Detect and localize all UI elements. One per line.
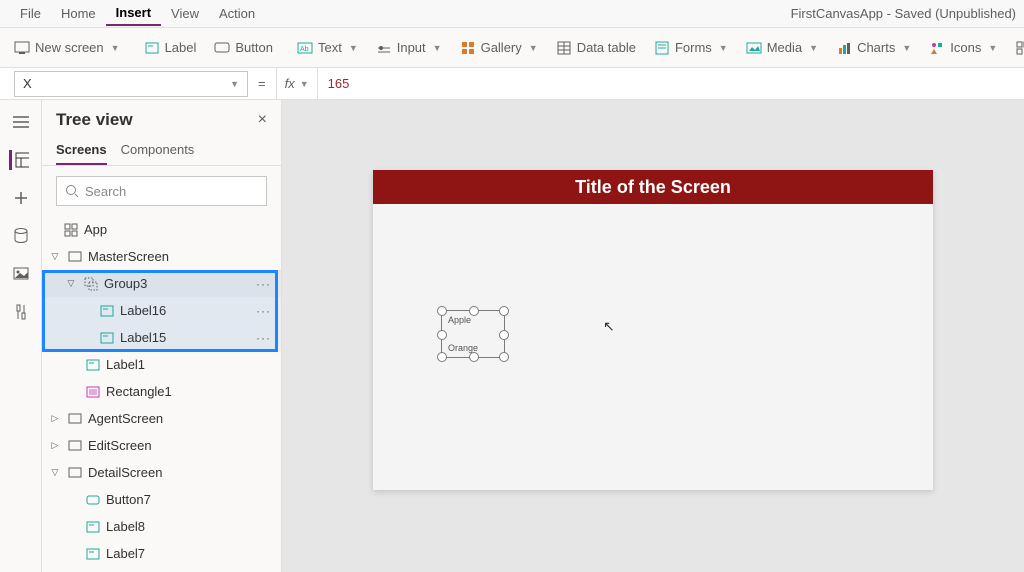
tab-screens[interactable]: Screens xyxy=(56,136,107,165)
chevron-down-icon: ▼ xyxy=(230,79,239,89)
screen-icon xyxy=(67,465,83,481)
media-icon xyxy=(746,40,762,56)
custom-button[interactable]: Custom xyxy=(1007,35,1024,61)
button-icon xyxy=(85,492,101,508)
data-table-button[interactable]: Data table xyxy=(548,35,644,61)
svg-text:Ab: Ab xyxy=(300,46,309,53)
rectangle-icon xyxy=(85,384,101,400)
fx-button[interactable]: fx▼ xyxy=(276,68,317,99)
screen-preview[interactable]: Title of the Screen Apple Orange ↖ xyxy=(373,170,933,490)
tree-node-button7[interactable]: Button7 xyxy=(42,486,281,513)
button-icon xyxy=(214,40,230,56)
tree-node-icon6[interactable]: Icon6 xyxy=(42,567,281,572)
menu-action[interactable]: Action xyxy=(209,2,265,25)
rail-data[interactable] xyxy=(11,226,31,246)
more-icon[interactable]: ··· xyxy=(256,304,271,318)
menu-view[interactable]: View xyxy=(161,2,209,25)
menu-home[interactable]: Home xyxy=(51,2,106,25)
property-selector[interactable]: X▼ xyxy=(14,71,248,97)
forms-icon xyxy=(654,40,670,56)
formula-input[interactable]: 165 xyxy=(317,68,1024,99)
screen-icon xyxy=(67,438,83,454)
group-icon xyxy=(83,276,99,292)
charts-icon xyxy=(836,40,852,56)
text-dropdown[interactable]: Ab Text▼ xyxy=(289,35,366,61)
media-dropdown[interactable]: Media▼ xyxy=(738,35,826,61)
rail-tree-view[interactable] xyxy=(9,150,29,170)
tree-node-app[interactable]: App xyxy=(42,216,281,243)
screen-icon xyxy=(14,40,30,56)
tree: App ▽ MasterScreen ▽ Group3··· Label16··… xyxy=(42,216,281,572)
label-icon xyxy=(85,519,101,535)
custom-icon xyxy=(1015,40,1024,56)
label-icon xyxy=(99,330,115,346)
icons-icon xyxy=(929,40,945,56)
menu-insert[interactable]: Insert xyxy=(106,1,161,26)
text-icon: Ab xyxy=(297,40,313,56)
gallery-icon xyxy=(460,40,476,56)
cursor-icon: ↖ xyxy=(603,318,615,335)
label-icon xyxy=(99,303,115,319)
menu-file[interactable]: File xyxy=(10,2,51,25)
rail-advanced[interactable] xyxy=(11,302,31,322)
screen-icon xyxy=(67,249,83,265)
chevron-down-icon[interactable]: ▽ xyxy=(64,278,78,289)
label-button[interactable]: Label xyxy=(136,35,205,61)
table-icon xyxy=(556,40,572,56)
tree-node-editscreen[interactable]: ▷ EditScreen xyxy=(42,432,281,459)
left-rail xyxy=(0,100,42,572)
gallery-dropdown[interactable]: Gallery▼ xyxy=(452,35,546,61)
panel-title: Tree view xyxy=(56,110,133,130)
search-input[interactable]: Search xyxy=(56,176,267,206)
tree-node-label1[interactable]: Label1 xyxy=(42,351,281,378)
tree-view-panel: Tree view × Screens Components Search Ap… xyxy=(42,100,282,572)
search-icon xyxy=(65,184,79,198)
rail-media[interactable] xyxy=(11,264,31,284)
app-title: FirstCanvasApp - Saved (Unpublished) xyxy=(791,6,1016,21)
canvas-label-apple[interactable]: Apple xyxy=(448,315,471,325)
close-panel-button[interactable]: × xyxy=(258,111,267,129)
tree-node-group3[interactable]: ▽ Group3··· xyxy=(42,270,281,297)
canvas-label-orange[interactable]: Orange xyxy=(448,343,478,353)
chevron-down-icon: ▼ xyxy=(111,43,120,53)
menu-bar: File Home Insert View Action FirstCanvas… xyxy=(0,0,1024,28)
icons-dropdown[interactable]: Icons▼ xyxy=(921,35,1005,61)
chevron-right-icon[interactable]: ▷ xyxy=(48,413,62,424)
label-icon xyxy=(85,357,101,373)
rail-insert[interactable] xyxy=(11,188,31,208)
tree-node-rectangle1[interactable]: Rectangle1 xyxy=(42,378,281,405)
label-icon xyxy=(85,546,101,562)
label-icon xyxy=(144,40,160,56)
screen-icon xyxy=(67,411,83,427)
tree-node-masterscreen[interactable]: ▽ MasterScreen xyxy=(42,243,281,270)
new-screen-button[interactable]: New screen▼ xyxy=(6,35,128,61)
chevron-right-icon[interactable]: ▷ xyxy=(48,440,62,451)
tree-node-detailscreen[interactable]: ▽ DetailScreen xyxy=(42,459,281,486)
selection-box[interactable]: Apple Orange xyxy=(441,310,505,358)
screen-title-bar[interactable]: Title of the Screen xyxy=(373,170,933,204)
forms-dropdown[interactable]: Forms▼ xyxy=(646,35,736,61)
tree-node-label8[interactable]: Label8 xyxy=(42,513,281,540)
formula-bar: X▼ = fx▼ 165 xyxy=(0,68,1024,100)
button-button[interactable]: Button xyxy=(206,35,281,61)
more-icon[interactable]: ··· xyxy=(256,331,271,345)
chevron-down-icon[interactable]: ▽ xyxy=(48,467,62,478)
tree-node-label15[interactable]: Label15··· xyxy=(42,324,281,351)
tree-node-label7[interactable]: Label7 xyxy=(42,540,281,567)
tab-components[interactable]: Components xyxy=(121,136,195,165)
equals-label: = xyxy=(248,76,276,91)
input-icon xyxy=(376,40,392,56)
tree-node-agentscreen[interactable]: ▷ AgentScreen xyxy=(42,405,281,432)
chevron-down-icon[interactable]: ▽ xyxy=(48,251,62,262)
canvas-area[interactable]: Title of the Screen Apple Orange ↖ xyxy=(282,100,1024,572)
more-icon[interactable]: ··· xyxy=(256,277,271,291)
rail-hamburger[interactable] xyxy=(11,112,31,132)
tree-node-label16[interactable]: Label16··· xyxy=(42,297,281,324)
input-dropdown[interactable]: Input▼ xyxy=(368,35,450,61)
charts-dropdown[interactable]: Charts▼ xyxy=(828,35,919,61)
ribbon: New screen▼ Label Button Ab Text▼ Input▼… xyxy=(0,28,1024,68)
app-icon xyxy=(63,222,79,238)
